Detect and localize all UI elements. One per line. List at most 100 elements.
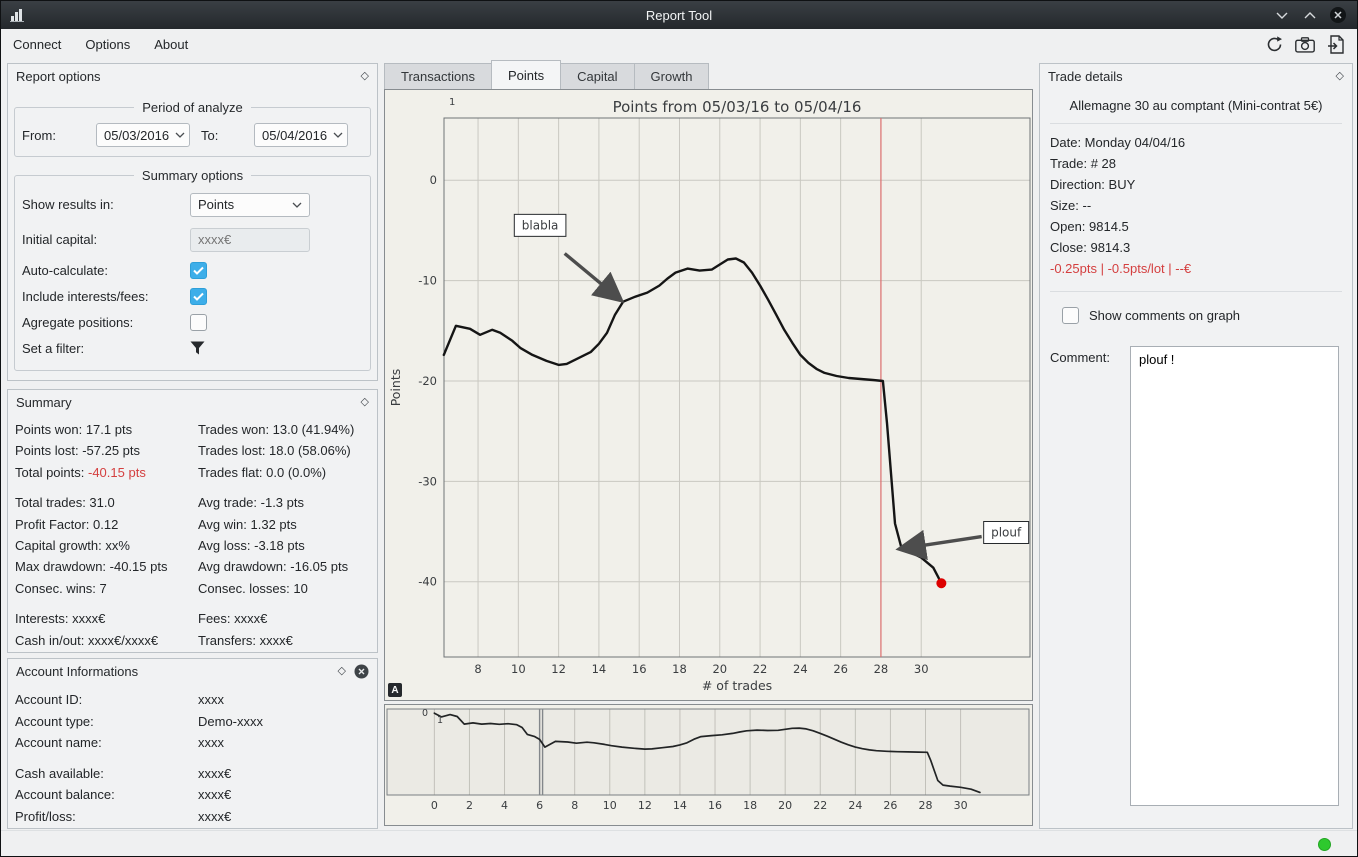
svg-text:# of trades: # of trades xyxy=(702,678,772,693)
report-options-header: Report options ◇ xyxy=(8,64,377,88)
trade-details-header: Trade details ◇ xyxy=(1040,64,1352,88)
summary-options-legend: Summary options xyxy=(141,168,244,183)
summary-row: Points lost: -57.25 pts Trades lost: 18.0… xyxy=(15,443,351,459)
show-results-value: Points xyxy=(198,197,235,212)
shade-icon[interactable] xyxy=(1273,6,1291,24)
tab-growth[interactable]: Growth xyxy=(633,63,710,89)
summary-row: Points won: 17.1 pts Trades won: 13.0 (41… xyxy=(15,422,355,437)
period-legend: Period of analyze xyxy=(142,100,243,115)
svg-text:12: 12 xyxy=(638,799,652,812)
svg-text:-10: -10 xyxy=(418,274,437,288)
svg-text:8: 8 xyxy=(571,799,578,812)
tab-transactions[interactable]: Transactions xyxy=(384,63,492,89)
close-icon[interactable] xyxy=(1329,6,1347,24)
show-comments-checkbox[interactable] xyxy=(1062,307,1079,324)
connection-status-indicator xyxy=(1318,838,1331,851)
svg-text:-30: -30 xyxy=(418,474,437,488)
overview-chart[interactable]: 0 2 4 6 8 10 12 14 16 18 20 22 24 26 28 30 0 1 xyxy=(384,704,1033,826)
svg-text:18: 18 xyxy=(743,799,757,812)
summary-header: Summary ◇ xyxy=(8,390,377,414)
summary-panel: Summary ◇ Points won: 17.1 pts Trades won… xyxy=(7,389,378,653)
show-results-select[interactable]: Points xyxy=(190,192,310,217)
summary-row: Consec. wins: 7 Consec. losses: 10 xyxy=(15,580,308,596)
account-row: Account balance: xxxx€ xyxy=(15,787,232,802)
svg-text:6: 6 xyxy=(536,799,543,812)
panel-close-icon[interactable] xyxy=(354,664,369,679)
svg-text:26: 26 xyxy=(833,662,848,676)
trade-size: Size: -- xyxy=(1050,198,1092,213)
summary-row: Max drawdown: -40.15 pts Avg drawdown: -1… xyxy=(15,559,349,575)
svg-text:8: 8 xyxy=(474,662,481,676)
trade-open: Open: 9814.5 xyxy=(1050,219,1129,234)
svg-text:24: 24 xyxy=(793,662,808,676)
overview-chart-svg[interactable]: 0 2 4 6 8 10 12 14 16 18 20 22 24 26 28 3001 xyxy=(385,705,1032,825)
svg-text:22: 22 xyxy=(753,662,768,676)
trade-close: Close: 9814.3 xyxy=(1050,240,1131,255)
menu-about[interactable]: About xyxy=(142,32,200,57)
tab-points[interactable]: Points xyxy=(490,60,562,89)
initial-capital-input[interactable] xyxy=(190,227,310,252)
initial-capital-label: Initial capital: xyxy=(22,232,98,247)
float-panel-icon[interactable]: ◇ xyxy=(361,70,369,82)
summary-row: Capital growth: xx% Avg loss: -3.18 pts xyxy=(15,538,305,554)
svg-text:10: 10 xyxy=(603,799,617,812)
titlebar[interactable]: Report Tool xyxy=(1,1,1357,29)
svg-text:28: 28 xyxy=(874,662,889,676)
svg-text:Points from 05/03/16 to 05/04/: Points from 05/03/16 to 05/04/16 xyxy=(613,98,862,116)
camera-icon[interactable] xyxy=(1293,33,1317,57)
tab-capital[interactable]: Capital xyxy=(560,63,635,89)
to-date-select[interactable]: 05/04/2016 xyxy=(254,123,348,147)
maximize-icon[interactable] xyxy=(1301,6,1319,24)
points-chart[interactable]: 8 10 12 14 16 18 20 22 24 26 28 30 0 -10 -20 -30 -40 blab… xyxy=(384,89,1033,701)
instrument-name: Allemagne 30 au comptant (Mini-contrat 5… xyxy=(1069,98,1323,113)
svg-text:16: 16 xyxy=(708,799,722,812)
export-icon[interactable] xyxy=(1324,33,1348,57)
filter-icon[interactable] xyxy=(190,341,363,355)
svg-text:2: 2 xyxy=(466,799,473,812)
trade-date: Date: Monday 04/04/16 xyxy=(1050,135,1186,150)
report-options-panel: Report options ◇ Period of analyze From:… xyxy=(7,63,378,381)
trade-direction: Direction: BUY xyxy=(1050,177,1136,192)
svg-text:18: 18 xyxy=(672,662,687,676)
summary-row: Total points: -40.15 pts Trades flat: 0.… xyxy=(15,464,327,480)
include-fees-checkbox[interactable] xyxy=(190,287,207,305)
aggregate-checkbox[interactable] xyxy=(190,313,207,331)
summary-row: Profit Factor: 0.12 Avg win: 1.32 pts xyxy=(15,516,297,532)
svg-text:28: 28 xyxy=(919,799,933,812)
svg-text:12: 12 xyxy=(551,662,566,676)
svg-text:10: 10 xyxy=(511,662,526,676)
svg-text:14: 14 xyxy=(673,799,687,812)
menu-options[interactable]: Options xyxy=(73,32,142,57)
points-chart-svg[interactable]: 8 10 12 14 16 18 20 22 24 26 28 30 0 -10 -20 -30 -40 blab… xyxy=(385,90,1032,700)
window-title: Report Tool xyxy=(645,7,713,23)
svg-text:0: 0 xyxy=(431,799,438,812)
account-row: Profit/loss: xxxx€ xyxy=(15,808,232,824)
svg-text:Points: Points xyxy=(388,369,403,407)
svg-text:plouf: plouf xyxy=(991,525,1022,539)
svg-text:16: 16 xyxy=(632,662,647,676)
separator xyxy=(1050,123,1342,124)
filter-label: Set a filter: xyxy=(22,340,85,356)
float-panel-icon[interactable]: ◇ xyxy=(1336,70,1344,82)
svg-text:30: 30 xyxy=(914,662,929,676)
float-panel-icon[interactable]: ◇ xyxy=(338,665,346,677)
summary-row: Cash in/out: xxxx€/xxxx€ Transfers: xxxx€ xyxy=(15,632,293,648)
float-panel-icon[interactable]: ◇ xyxy=(361,396,369,408)
account-info-header: Account Informations ◇ xyxy=(8,659,377,683)
total-points-value: -40.15 pts xyxy=(88,464,146,480)
menubar: Connect Options About xyxy=(1,29,1357,60)
to-date-value: 05/04/2016 xyxy=(262,127,328,143)
menu-connect[interactable]: Connect xyxy=(1,32,73,57)
account-info-panel: Account Informations ◇ Account ID: xxxx A… xyxy=(7,658,378,829)
comment-textarea[interactable]: plouf ! xyxy=(1130,346,1339,806)
from-date-select[interactable]: 05/03/2016 xyxy=(96,123,190,147)
anchor-badge[interactable]: A xyxy=(388,683,402,697)
summary-options-fieldset: Summary options Show results in: Points … xyxy=(14,168,371,371)
app-icon xyxy=(9,7,25,23)
svg-text:20: 20 xyxy=(712,662,727,676)
svg-text:0: 0 xyxy=(422,708,428,719)
auto-calculate-checkbox[interactable] xyxy=(190,261,207,279)
to-label: To: xyxy=(201,127,219,143)
refresh-icon[interactable] xyxy=(1262,33,1286,57)
account-row: Account type: Demo-xxxx xyxy=(15,713,264,729)
